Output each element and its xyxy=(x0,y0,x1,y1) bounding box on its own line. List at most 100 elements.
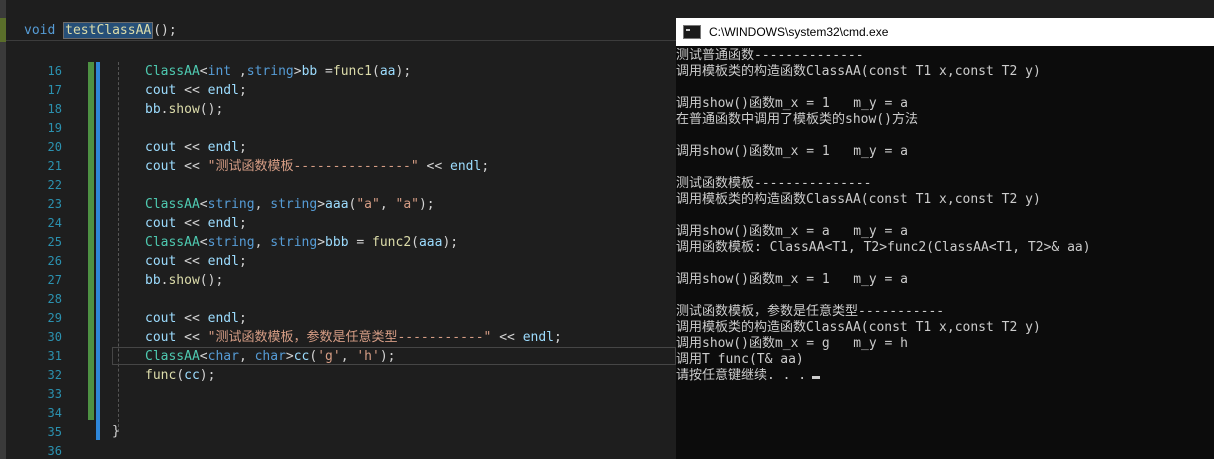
code-line[interactable] xyxy=(145,404,562,423)
code-token: < xyxy=(199,235,208,250)
change-marker-saved xyxy=(88,62,94,420)
code-token: cout xyxy=(145,216,177,231)
console-line: 测试函数模板--------------- xyxy=(676,176,872,191)
code-line[interactable] xyxy=(145,119,562,138)
code-token: ClassAA xyxy=(145,64,200,79)
code-token: ClassAA xyxy=(145,349,200,364)
code-line[interactable]: cout << "测试函数模板---------------" << endl; xyxy=(145,157,562,176)
code-line[interactable]: ClassAA<string, string>aaa("a", "a"); xyxy=(145,195,562,214)
code-line[interactable]: cout << endl; xyxy=(145,252,562,271)
code-token: << xyxy=(176,83,208,98)
code-token: > xyxy=(285,349,294,364)
line-number: 35 xyxy=(47,425,62,439)
code-token: "a" xyxy=(356,197,380,212)
code-line[interactable]: bb.show(); xyxy=(145,271,562,290)
code-token: = xyxy=(317,64,333,79)
code-area[interactable]: ClassAA<int ,string>bb =func1(aa); cout <… xyxy=(145,62,562,459)
code-token: cout xyxy=(145,140,177,155)
code-token: bb xyxy=(145,273,161,288)
code-token: endl xyxy=(207,216,239,231)
code-token: 'h' xyxy=(356,349,380,364)
code-token: < xyxy=(199,64,208,79)
code-line[interactable] xyxy=(145,442,562,459)
console-line: 调用show()函数m_x = 1 m_y = a xyxy=(676,96,909,111)
console-line: 调用模板类的构造函数ClassAA(const T1 x,const T2 y) xyxy=(676,320,1041,335)
closing-brace: } xyxy=(112,424,120,439)
code-token: = xyxy=(348,235,373,250)
cmd-window[interactable]: C:\WINDOWS\system32\cmd.exe 测试普通函数------… xyxy=(676,18,1214,459)
code-token: (); xyxy=(199,273,224,288)
indent-guide xyxy=(118,62,119,432)
code-token: ClassAA xyxy=(145,235,200,250)
code-token: show xyxy=(168,102,200,117)
code-token: cout xyxy=(145,311,177,326)
code-token: aaa xyxy=(418,235,443,250)
code-token: 'g' xyxy=(317,349,341,364)
code-token: ); xyxy=(379,349,396,364)
code-line[interactable]: cout << endl; xyxy=(145,138,562,157)
console-output[interactable]: 测试普通函数-------------- 调用模板类的构造函数ClassAA(co… xyxy=(676,46,1214,384)
code-token: cout xyxy=(145,83,177,98)
line-number: 16 xyxy=(47,64,62,78)
code-line[interactable]: ClassAA<int ,string>bb =func1(aa); xyxy=(145,62,562,81)
cmd-title-bar[interactable]: C:\WINDOWS\system32\cmd.exe xyxy=(676,18,1214,46)
code-token: endl xyxy=(207,83,239,98)
code-line[interactable] xyxy=(145,176,562,195)
function-signature[interactable]: void testClassAA (); xyxy=(24,22,177,40)
code-token: string xyxy=(270,235,318,250)
code-token: , xyxy=(254,235,271,250)
code-token: int xyxy=(207,64,232,79)
code-token: ); xyxy=(442,235,459,250)
code-token: aaa xyxy=(325,197,349,212)
code-token: ; xyxy=(238,311,247,326)
code-line[interactable] xyxy=(145,290,562,309)
code-token: ( xyxy=(411,235,419,250)
code-line[interactable]: cout << endl; xyxy=(145,214,562,233)
line-number: 18 xyxy=(47,102,62,116)
code-token: func1 xyxy=(332,64,373,79)
code-line[interactable] xyxy=(145,423,562,442)
code-token: ClassAA xyxy=(145,197,200,212)
console-line: 调用show()函数m_x = g m_y = h xyxy=(676,336,909,351)
code-token: aa xyxy=(379,64,396,79)
console-line: 调用show()函数m_x = 1 m_y = a xyxy=(676,144,909,159)
signature-function-name[interactable]: testClassAA xyxy=(63,22,154,39)
line-number: 17 xyxy=(47,83,62,97)
editor-top-bar xyxy=(0,0,676,18)
code-editor[interactable]: void testClassAA (); 16 17 18 19 20 21 22 23 24 25… xyxy=(0,0,676,459)
code-token: show xyxy=(168,273,200,288)
signature-keyword: void xyxy=(24,23,56,38)
code-line[interactable]: cout << endl; xyxy=(145,309,562,328)
line-number: 32 xyxy=(47,368,62,382)
code-line[interactable]: ClassAA<string, string>bbb = func2(aaa); xyxy=(145,233,562,252)
code-token: << xyxy=(176,330,208,345)
code-line[interactable]: bb.show(); xyxy=(145,100,562,119)
code-line[interactable]: cout << endl; xyxy=(145,81,562,100)
console-cursor xyxy=(812,376,821,379)
code-token: ); xyxy=(395,64,412,79)
line-number: 36 xyxy=(47,444,62,458)
code-line[interactable] xyxy=(145,385,562,404)
signature-rest: (); xyxy=(153,23,177,38)
code-line[interactable]: ClassAA<char, char>cc('g', 'h'); xyxy=(145,347,562,366)
code-line[interactable]: func(cc); xyxy=(145,366,562,385)
code-token: (); xyxy=(199,102,224,117)
line-number: 27 xyxy=(47,273,62,287)
code-line[interactable]: cout << "测试函数模板，参数是任意类型-----------" << e… xyxy=(145,328,562,347)
code-token: ( xyxy=(176,368,185,383)
code-token: << xyxy=(491,330,523,345)
console-line: 在普通函数中调用了模板类的show()方法 xyxy=(676,112,918,127)
console-line: 请按任意键继续. . . xyxy=(676,368,1214,384)
code-token: , xyxy=(231,64,247,79)
code-token: cout xyxy=(145,159,177,174)
code-token: , xyxy=(340,349,357,364)
code-token: ; xyxy=(238,254,247,269)
code-token: , xyxy=(254,197,271,212)
editor-left-accent xyxy=(0,0,6,459)
code-token: << xyxy=(176,159,208,174)
cmd-icon xyxy=(683,25,701,39)
code-token: ); xyxy=(418,197,435,212)
